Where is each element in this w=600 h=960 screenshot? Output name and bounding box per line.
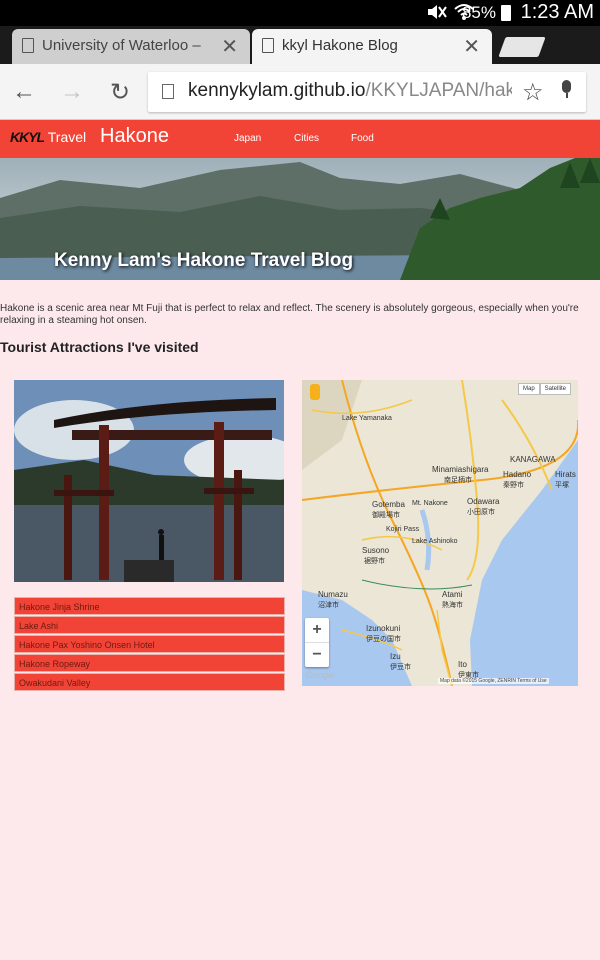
nav-link-japan[interactable]: Japan xyxy=(234,133,261,144)
url-path: /KKYLJAPAN/hako xyxy=(365,80,512,101)
map-label-gotemba: Gotemba xyxy=(372,500,405,509)
nav-link-food[interactable]: Food xyxy=(351,133,374,144)
tab-university-of-waterloo[interactable]: University of Waterloo – Ce ✕ xyxy=(12,29,250,64)
battery-icon xyxy=(501,5,511,21)
close-tab-icon[interactable]: ✕ xyxy=(463,34,480,59)
map-label-mt-nakone: Mt. Nakone xyxy=(412,500,448,507)
brand-logo: KKYL xyxy=(10,129,45,145)
map-type-satellite-button[interactable]: Satellite xyxy=(539,383,572,395)
map-type-control: Map Satellite xyxy=(518,383,572,395)
map-label-izunokuni-jp: 伊豆の国市 xyxy=(366,636,401,643)
tab-strip: University of Waterloo – Ce ✕ kkyl Hakon… xyxy=(0,26,600,64)
map-label-lake-yamanaka: Lake Yamanaka xyxy=(342,415,392,422)
back-arrow-icon[interactable]: ← xyxy=(10,78,38,106)
microphone-icon[interactable] xyxy=(561,80,573,98)
battery-percent: 85% xyxy=(461,3,496,22)
zoom-in-button[interactable]: + xyxy=(305,618,329,642)
mute-icon xyxy=(428,5,447,19)
tab-title: kkyl Hakone Blog xyxy=(282,37,398,54)
tab-title: University of Waterloo – Ce xyxy=(42,37,202,54)
browser-toolbar: ← → ↻ kennykylam.github.io/KKYLJAPAN/hak… xyxy=(0,64,600,120)
google-map[interactable]: Map Satellite Lake Yamanaka KANAGAWA Got… xyxy=(302,380,578,686)
google-logo: Google xyxy=(306,670,336,680)
page-icon xyxy=(262,38,274,53)
nav-link-cities[interactable]: Cities xyxy=(294,133,319,144)
address-bar[interactable]: kennykylam.github.io/KKYLJAPAN/hako ☆ xyxy=(148,72,586,112)
site-navbar: KKYL Travel Hakone Japan Cities Food xyxy=(0,120,600,158)
brand-label: Travel xyxy=(47,129,87,145)
map-label-susono: Susono xyxy=(362,546,390,555)
bookmark-star-icon[interactable]: ☆ xyxy=(522,78,544,107)
map-label-atami: Atami xyxy=(442,590,463,599)
zoom-out-button[interactable]: − xyxy=(305,643,329,667)
map-label-hadano-jp: 秦野市 xyxy=(503,482,524,489)
intro-paragraph: Hakone is a scenic area near Mt Fuji tha… xyxy=(0,303,579,326)
map-label-minamiashigara: Minamiashigara xyxy=(432,465,489,474)
map-label-kanagawa: KANAGAWA xyxy=(510,455,556,464)
map-label-hiratsuka-jp: 平塚 xyxy=(555,482,569,489)
list-item[interactable]: Hakone Ropeway xyxy=(14,654,285,672)
map-label-hadano: Hadano xyxy=(503,470,532,479)
map-label-gotemba-jp: 御殿場市 xyxy=(372,512,400,519)
map-label-numazu: Numazu xyxy=(318,590,348,599)
street-view-pegman-icon[interactable] xyxy=(310,384,320,400)
map-label-odawara: Odawara xyxy=(467,497,500,506)
map-label-hiratsuka: Hirats xyxy=(555,470,576,479)
url-text[interactable]: kennykylam.github.io/KKYLJAPAN/hako xyxy=(188,80,512,102)
torii-gate-image xyxy=(14,380,284,582)
tab-kkyl-hakone-blog[interactable]: kkyl Hakone Blog ✕ xyxy=(252,29,492,64)
map-label-izu-jp: 伊豆市 xyxy=(390,664,411,671)
attractions-list: Hakone Jinja Shrine Lake Ashi Hakone Pax… xyxy=(14,597,285,692)
new-tab-button[interactable] xyxy=(498,37,546,57)
close-tab-icon[interactable]: ✕ xyxy=(221,34,238,59)
map-label-izu: Izu xyxy=(390,652,401,661)
map-label-susono-jp: 裾野市 xyxy=(364,558,385,565)
map-label-minamiashigara-jp: 南足柄市 xyxy=(444,477,472,484)
hero-banner: Kenny Lam's Hakone Travel Blog xyxy=(0,158,600,280)
site-title[interactable]: Hakone xyxy=(100,125,169,148)
forward-arrow-icon[interactable]: → xyxy=(58,78,86,106)
map-label-ito: Ito xyxy=(458,660,467,669)
map-attribution[interactable]: Map data ©2015 Google, ZENRIN Terms of U… xyxy=(438,678,549,684)
map-label-lake-ashinoko: Lake Ashinoko xyxy=(412,538,458,545)
list-item[interactable]: Hakone Jinja Shrine xyxy=(14,597,285,615)
list-item[interactable]: Lake Ashi xyxy=(14,616,285,634)
clock: 1:23 AM xyxy=(520,1,594,23)
reload-icon[interactable]: ↻ xyxy=(106,78,134,107)
map-label-kojiri-pass: Kojiri Pass xyxy=(386,526,420,533)
status-bar: 85% 1:23 AM xyxy=(0,0,600,26)
map-label-odawara-jp: 小田原市 xyxy=(467,509,495,516)
list-item[interactable]: Hakone Pax Yoshino Onsen Hotel xyxy=(14,635,285,653)
map-terrain xyxy=(302,380,578,686)
map-zoom-control: + − xyxy=(305,618,329,667)
map-type-map-button[interactable]: Map xyxy=(518,383,540,395)
map-label-atami-jp: 熱海市 xyxy=(442,602,463,609)
map-label-numazu-jp: 沼津市 xyxy=(318,602,339,609)
page-icon xyxy=(22,38,34,53)
hero-title: Kenny Lam's Hakone Travel Blog xyxy=(54,250,354,271)
site-brand[interactable]: KKYL Travel xyxy=(10,129,86,145)
torii-gate-photo xyxy=(14,380,284,582)
map-label-izunokuni: Izunokuni xyxy=(366,624,401,633)
url-host: kennykylam.github.io xyxy=(188,80,366,101)
section-title: Tourist Attractions I've visited xyxy=(0,339,199,355)
list-item[interactable]: Owakudani Valley xyxy=(14,673,285,691)
page-icon xyxy=(162,84,174,99)
